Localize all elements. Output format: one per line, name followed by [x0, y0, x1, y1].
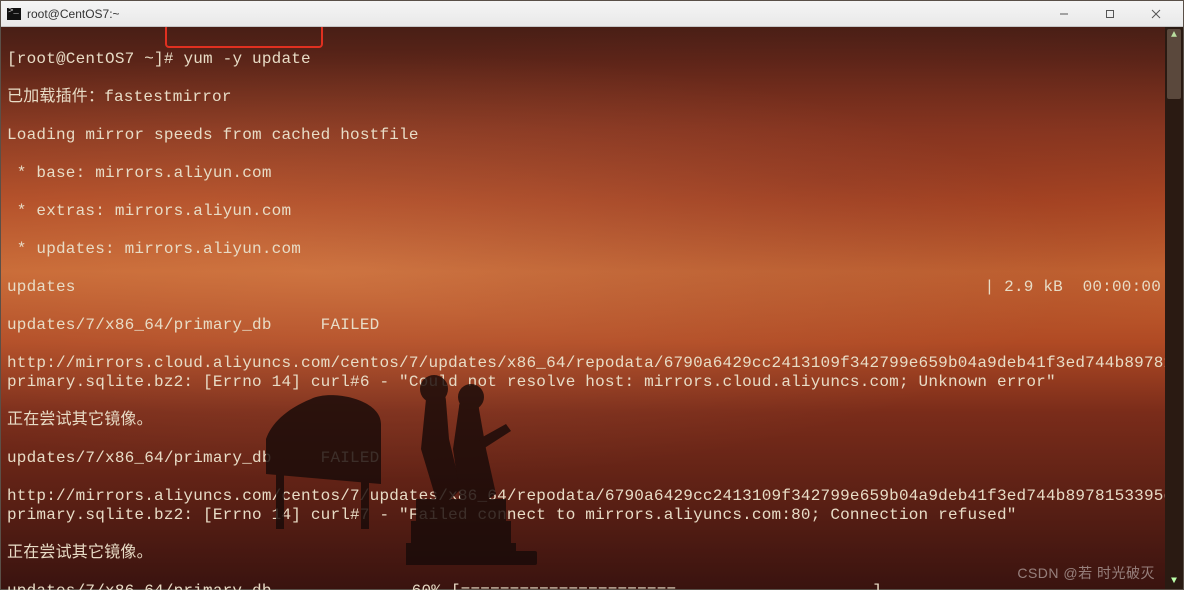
output-line: * updates: mirrors.aliyun.com [7, 240, 1161, 259]
output-line: * base: mirrors.aliyun.com [7, 164, 1161, 183]
title-left: root@CentOS7:~ [7, 7, 120, 21]
output-line-right: | 2.9 kB 00:00:00 [985, 278, 1161, 297]
progress-bar: [====================== ] [451, 582, 882, 590]
window-controls [1041, 2, 1179, 26]
output-line: 正在尝试其它镜像。 [7, 411, 1161, 430]
output-line: updates [7, 278, 76, 296]
output-line: http://mirrors.aliyuncs.com/centos/7/upd… [7, 487, 1161, 525]
progress-label: updates/7/x86_64/primary_db [7, 582, 272, 590]
output-line: updates/7/x86_64/primary_db FAILED [7, 449, 1161, 468]
output-line: updates/7/x86_64/primary_db FAILED [7, 316, 1161, 335]
prompt-command: yum -y update [183, 50, 310, 68]
close-button[interactable] [1133, 2, 1179, 26]
maximize-icon [1105, 9, 1115, 19]
terminal-icon [7, 8, 21, 20]
maximize-button[interactable] [1087, 2, 1133, 26]
scroll-down-arrow-icon[interactable]: ▼ [1165, 573, 1183, 589]
progress-percent: 60% [412, 582, 441, 590]
vertical-scrollbar[interactable]: ▲ ▼ [1165, 27, 1183, 589]
titlebar: root@CentOS7:~ [1, 1, 1183, 27]
output-line: 已加载插件：fastestmirror [7, 88, 1161, 107]
watermark-text: CSDN @若 时光破灭 [1017, 563, 1155, 583]
window-title: root@CentOS7:~ [27, 7, 120, 21]
minimize-button[interactable] [1041, 2, 1087, 26]
prompt-prefix: [root@CentOS7 ~]# [7, 50, 183, 68]
scroll-thumb[interactable] [1167, 29, 1181, 99]
output-line: http://mirrors.cloud.aliyuncs.com/centos… [7, 354, 1161, 392]
output-line: 正在尝试其它镜像。 [7, 544, 1161, 563]
terminal-output[interactable]: [root@CentOS7 ~]# yum -y update 已加载插件：fa… [3, 27, 1165, 587]
terminal-window: root@CentOS7:~ [root@CentOS7 ~]# yum -y … [0, 0, 1184, 590]
output-line: * extras: mirrors.aliyun.com [7, 202, 1161, 221]
close-icon [1151, 9, 1161, 19]
minimize-icon [1059, 9, 1069, 19]
output-line: Loading mirror speeds from cached hostfi… [7, 126, 1161, 145]
